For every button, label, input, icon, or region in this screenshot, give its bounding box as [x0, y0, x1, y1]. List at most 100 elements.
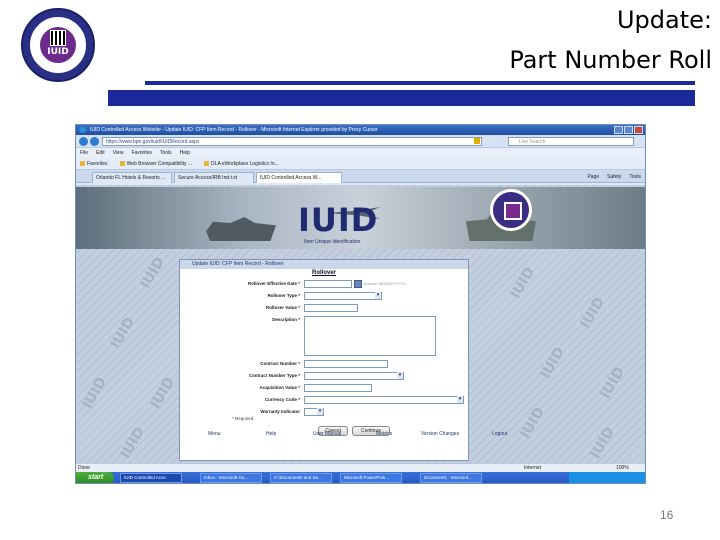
taskbar-item-documents[interactable]: C:\Documents and Se...	[270, 473, 332, 483]
field-label: Rollover Effective Date *	[247, 281, 300, 286]
header-rule-thin	[145, 81, 695, 85]
system-tray	[569, 472, 645, 483]
address-bar[interactable]: https://www.bpn.gov/iuid/IUIDRecord.aspx	[102, 137, 482, 146]
favorite-link-2[interactable]: DLA eWorkplace Logistics In...	[204, 158, 279, 169]
banner-subtitle: Item Unique Identification	[304, 239, 361, 245]
header-rule-thick	[108, 90, 695, 106]
required-note: * Required	[232, 416, 254, 421]
field-label: Acquisition Value *	[259, 385, 300, 390]
banner-seal-icon	[490, 189, 532, 231]
menu-bar: File Edit View Favorites Tools Help	[76, 148, 645, 158]
taskbar-item-iuid[interactable]: IUID Controlled Acce	[120, 473, 182, 483]
logo-text: IUID	[47, 47, 69, 57]
taskbar-item-inbox[interactable]: Inbox - Microsoft Ou...	[200, 473, 262, 483]
slide-title-line1: Update:	[616, 6, 712, 34]
address-row: https://www.bpn.gov/iuid/IUIDRecord.aspx…	[76, 135, 645, 148]
rollover-type-select[interactable]	[304, 292, 382, 300]
field-description: Description *	[180, 316, 468, 356]
tools-menu[interactable]: Tools	[629, 172, 641, 182]
logo-datamatrix-icon	[50, 30, 66, 46]
field-rollover-value: Rollover Value *	[180, 304, 468, 312]
field-contract-number-type: Contract Number Type *	[180, 372, 468, 380]
watermark: IUID	[597, 364, 628, 402]
field-rollover-effective-date: Rollover Effective Date * (format: MM/DD…	[180, 280, 468, 288]
footer-link-help[interactable]: Help	[266, 431, 276, 437]
watermark: IUID	[79, 374, 110, 412]
favorite-link-1[interactable]: Web Browser Compatibility ...	[120, 158, 192, 169]
favorites-bar: Favorites Web Browser Compatibility ... …	[76, 158, 645, 170]
safety-menu[interactable]: Safety	[607, 172, 621, 182]
watermark: IUID	[507, 264, 538, 302]
back-icon[interactable]	[79, 137, 88, 146]
form-title: Rollover	[311, 270, 336, 276]
status-text: Done	[78, 465, 90, 471]
tab-secure-access[interactable]: Secure Access/IRB Ind.t.st	[174, 172, 254, 183]
warranty-indicator-select[interactable]	[304, 408, 324, 416]
menu-favorites[interactable]: Favorites	[131, 148, 152, 158]
field-label: Contract Number Type *	[248, 373, 300, 378]
zoom-level[interactable]: 100%	[616, 464, 629, 472]
window-title: IUID Controlled Access Website - Update …	[90, 127, 378, 133]
footer-link-metrics[interactable]: Metrics	[376, 431, 392, 437]
field-label: Rollover Type *	[267, 293, 300, 298]
taskbar-item-word[interactable]: Document1 - Microsof...	[420, 473, 482, 483]
iuid-banner: IUID Item Unique Identification	[76, 187, 645, 249]
acquisition-value-input[interactable]	[304, 384, 372, 392]
watermark: IUID	[107, 314, 138, 352]
rollover-value-input[interactable]	[304, 304, 358, 312]
banner-title: IUID	[298, 201, 379, 239]
favorites-button[interactable]: Favorites	[80, 158, 108, 169]
footer-link-user-manual[interactable]: User Manual	[313, 431, 341, 437]
contract-number-input[interactable]	[304, 360, 388, 368]
forward-icon[interactable]	[90, 137, 99, 146]
iuid-logo: IUID	[21, 8, 95, 82]
watermark: IUID	[577, 294, 608, 332]
tab-orlando[interactable]: Orlando FL Hotels & Resorts ...	[92, 172, 172, 183]
description-textarea[interactable]	[304, 316, 436, 356]
status-bar: Done Internet 100%	[76, 463, 645, 472]
ship-image	[206, 217, 276, 241]
window-titlebar: IUID Controlled Access Website - Update …	[76, 125, 645, 135]
menu-help[interactable]: Help	[180, 148, 190, 158]
tab-bar: Orlando FL Hotels & Resorts ... Secure A…	[76, 170, 645, 183]
minimize-button[interactable]	[614, 126, 623, 134]
field-contract-number: Contract Number *	[180, 360, 468, 368]
menu-view[interactable]: View	[113, 148, 124, 158]
watermark: IUID	[137, 254, 168, 292]
slide-number: 16	[660, 508, 674, 522]
command-bar: Page Safety Tools	[587, 172, 641, 182]
field-label: Currency Code *	[264, 397, 300, 402]
field-acquisition-value: Acquisition Value *	[180, 384, 468, 392]
rollover-date-input[interactable]	[304, 280, 352, 288]
start-button[interactable]: start	[76, 472, 114, 483]
page-menu[interactable]: Page	[587, 172, 599, 182]
calendar-icon[interactable]	[354, 280, 362, 288]
window-controls	[614, 126, 643, 134]
menu-edit[interactable]: Edit	[96, 148, 105, 158]
field-label: Description *	[272, 317, 300, 322]
browser-window: IUID Controlled Access Website - Update …	[75, 124, 646, 484]
footer-nav: Menu Help User Manual Metrics Version Ch…	[76, 431, 645, 441]
maximize-button[interactable]	[624, 126, 633, 134]
windows-taskbar: start IUID Controlled Acce Inbox - Micro…	[76, 472, 645, 483]
lock-icon	[474, 138, 480, 144]
form-header: Update IUID: CFP Item Record - Rollover	[180, 260, 468, 269]
watermark: IUID	[537, 344, 568, 382]
footer-link-version-changes[interactable]: Version Changes	[421, 431, 459, 437]
field-label: Warranty Indicator	[260, 409, 300, 414]
search-input[interactable]: Live Search	[508, 137, 634, 146]
watermark: IUID	[147, 374, 178, 412]
footer-link-logout[interactable]: Logout	[492, 431, 507, 437]
currency-code-select[interactable]	[304, 396, 464, 404]
field-label: Rollover Value *	[265, 305, 300, 310]
tab-iuid[interactable]: IUID Controlled Access W...	[256, 172, 342, 183]
footer-link-menu[interactable]: Menu	[208, 431, 221, 437]
taskbar-item-powerpoint[interactable]: Microsoft PowerPoin...	[340, 473, 402, 483]
ie-icon	[79, 127, 86, 133]
close-button[interactable]	[634, 126, 643, 134]
menu-file[interactable]: File	[80, 148, 88, 158]
menu-tools[interactable]: Tools	[160, 148, 172, 158]
field-warranty-indicator: Warranty Indicator	[180, 408, 468, 416]
contract-number-type-select[interactable]	[304, 372, 404, 380]
slide-title-line2: Part Number Roll	[509, 46, 712, 74]
